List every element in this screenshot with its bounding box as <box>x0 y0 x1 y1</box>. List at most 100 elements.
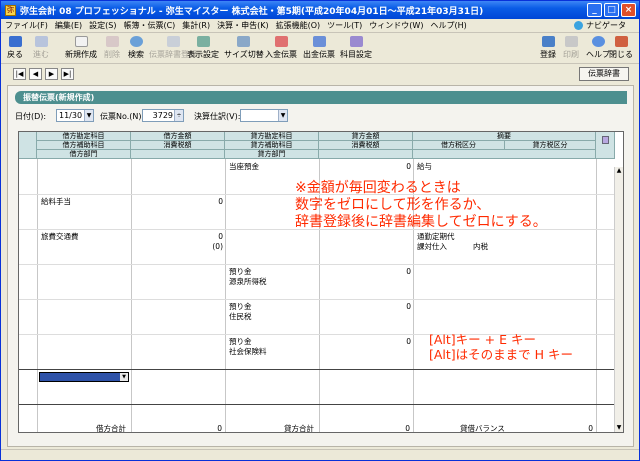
register-button[interactable]: 登録 <box>540 36 556 60</box>
menu-summary[interactable]: 集計(R) <box>182 20 210 31</box>
first-record-button[interactable]: |◀ <box>13 68 26 80</box>
menu-help[interactable]: ヘルプ(H) <box>430 20 466 31</box>
col-credit-tax: 消費税額 <box>319 141 413 150</box>
col-credit-sub-account: 貸方補助科目 <box>225 141 319 150</box>
print-button[interactable]: 印刷 <box>563 36 579 60</box>
menu-extensions[interactable]: 拡張機能(O) <box>276 20 321 31</box>
last-record-button[interactable]: ▶| <box>61 68 74 80</box>
annotation-key-line-1: [Alt]キー + E キー <box>429 332 536 347</box>
minimize-button[interactable]: _ <box>587 3 602 17</box>
active-cell-dropdown-icon[interactable]: ▼ <box>120 373 128 381</box>
toolbar: 戻る 進む 新規作成 削除 検索 伝票辞書登録 表示設定 サイズ切替 入金伝票 … <box>1 34 639 64</box>
cell-debit-account[interactable]: 給料手当 <box>41 197 71 206</box>
annotation-note: ※金額が毎回変わるときは 数字をゼロにして形を作るか、 辞書登録後に辞書編集して… <box>295 180 547 231</box>
new-button[interactable]: 新規作成 <box>65 36 97 60</box>
col-credit-department: 貸方部門 <box>225 150 319 159</box>
deposit-slip-button[interactable]: 入金伝票 <box>265 36 297 60</box>
menu-tools[interactable]: ツール(T) <box>327 20 362 31</box>
annotation-key-line-2: [Alt]はそのままで H キー <box>429 347 574 362</box>
cell-credit-account[interactable]: 預り金 <box>229 302 252 311</box>
col-blank-2 <box>319 150 413 159</box>
menu-bar: ファイル(F) 編集(E) 設定(S) 帳簿・伝票(C) 集計(R) 決算・申告… <box>1 19 639 33</box>
col-credit-amount: 貸方金額 <box>319 132 413 141</box>
annotation-keys: [Alt]キー + E キー [Alt]はそのままで H キー <box>429 332 573 362</box>
prev-record-button[interactable]: ◀ <box>29 68 42 80</box>
size-toggle-icon <box>237 36 251 47</box>
cell-credit-amount[interactable]: 0 <box>319 302 411 311</box>
debit-total-label: 借方合計 <box>96 424 126 433</box>
annotation-line-3: 辞書登録後に辞書編集してゼロにする。 <box>295 214 547 230</box>
journal-grid: 借方勘定科目 借方金額 貸方勘定科目 貸方金額 摘要 借方補助科目 消費税額 貸… <box>18 131 624 433</box>
memo-column-header[interactable] <box>596 132 615 159</box>
maximize-button[interactable]: □ <box>604 3 619 17</box>
settlement-label: 決算仕訳(V): <box>194 112 241 121</box>
help-icon <box>591 36 605 47</box>
menu-edit[interactable]: 編集(E) <box>55 20 82 31</box>
col-blank-3 <box>413 150 596 159</box>
cell-tax-type[interactable]: 内税 <box>473 242 488 251</box>
balance-value: 0 <box>588 424 593 433</box>
menu-books[interactable]: 帳簿・伝票(C) <box>123 20 175 31</box>
cell-debit-amount[interactable]: 0 <box>131 232 223 241</box>
menu-file[interactable]: ファイル(F) <box>5 20 48 31</box>
cell-credit-sub-account[interactable]: 住民税 <box>229 312 252 321</box>
deposit-slip-icon <box>274 36 288 47</box>
cell-credit-account[interactable]: 預り金 <box>229 337 252 346</box>
close-button[interactable]: 閉じる <box>609 36 633 60</box>
delete-button[interactable]: 削除 <box>104 36 120 60</box>
menu-closing[interactable]: 決算・申告(K) <box>217 20 269 31</box>
display-settings-button[interactable]: 表示設定 <box>187 36 219 60</box>
navigator-icon <box>574 21 583 30</box>
cell-debit-tax-class[interactable]: 課対仕入 <box>417 242 447 251</box>
cell-debit-tax[interactable]: (0) <box>131 242 223 251</box>
help-button[interactable]: ヘルプ <box>586 36 610 60</box>
settlement-dropdown-icon[interactable]: ▼ <box>278 110 287 121</box>
payment-slip-icon <box>312 36 326 47</box>
balance-label: 貸借バランス <box>460 424 505 433</box>
col-debit-tax-class: 借方税区分 <box>413 141 505 150</box>
payment-slip-button[interactable]: 出金伝票 <box>303 36 335 60</box>
credit-total-value: 0 <box>405 424 410 433</box>
annotation-line-2: 数字をゼロにして形を作るか、 <box>295 197 491 213</box>
grid-scrollbar[interactable]: ▲ ▼ <box>614 167 623 432</box>
cell-credit-amount[interactable]: 0 <box>319 162 411 171</box>
cell-credit-sub-account[interactable]: 源泉所得税 <box>229 277 267 286</box>
cell-credit-account[interactable]: 当座預金 <box>229 162 259 171</box>
menu-settings[interactable]: 設定(S) <box>89 20 116 31</box>
form-header: 振替伝票(新規作成) <box>15 91 627 104</box>
col-credit-tax-class: 貸方税区分 <box>505 141 596 150</box>
close-window-button[interactable]: × <box>621 3 636 17</box>
search-button[interactable]: 検索 <box>128 36 144 60</box>
new-document-icon <box>74 36 88 47</box>
forward-button[interactable]: 進む <box>33 36 49 60</box>
back-button[interactable]: 戻る <box>7 36 23 60</box>
cell-credit-amount[interactable]: 0 <box>319 267 411 276</box>
settlement-select[interactable]: ▼ <box>240 109 288 122</box>
cell-credit-amount[interactable]: 0 <box>319 337 411 346</box>
cell-debit-account[interactable]: 旅費交通費 <box>41 232 79 241</box>
cell-credit-account[interactable]: 預り金 <box>229 267 252 276</box>
back-arrow-icon <box>8 36 22 47</box>
date-field[interactable]: 11/30 ▼ <box>56 109 94 122</box>
menu-window[interactable]: ウィンドウ(W) <box>369 20 423 31</box>
debit-total-value: 0 <box>217 424 222 433</box>
slip-no-spinner-icon[interactable]: ÷ <box>174 110 183 121</box>
slip-dictionary-button[interactable]: 伝票辞書 <box>579 67 629 81</box>
cell-summary[interactable]: 通勤定期代 <box>417 232 455 241</box>
status-bar <box>1 449 639 460</box>
active-cell-editor[interactable]: ▼ <box>39 372 129 382</box>
cell-summary[interactable]: 給与 <box>417 162 432 171</box>
date-label: 日付(D): <box>15 112 47 121</box>
slip-no-field[interactable]: 3729 ÷ <box>142 109 184 122</box>
date-dropdown-icon[interactable]: ▼ <box>84 110 93 121</box>
account-settings-button[interactable]: 科目設定 <box>340 36 372 60</box>
scroll-up-icon[interactable]: ▲ <box>615 167 623 175</box>
size-toggle-button[interactable]: サイズ切替 <box>224 36 264 60</box>
navigator-button[interactable]: ナビゲータ <box>574 20 633 31</box>
app-window: 弥 弥生会計 08 プロフェッショナル - 弥生マイスター 株式会社・第5期(平… <box>0 0 640 461</box>
cell-credit-sub-account[interactable]: 社会保険料 <box>229 347 267 356</box>
app-icon: 弥 <box>5 4 16 16</box>
next-record-button[interactable]: ▶ <box>45 68 58 80</box>
cell-debit-amount[interactable]: 0 <box>131 197 223 206</box>
totals-row: 借方合計 0 貸方合計 0 貸借バランス 0 <box>18 424 624 434</box>
